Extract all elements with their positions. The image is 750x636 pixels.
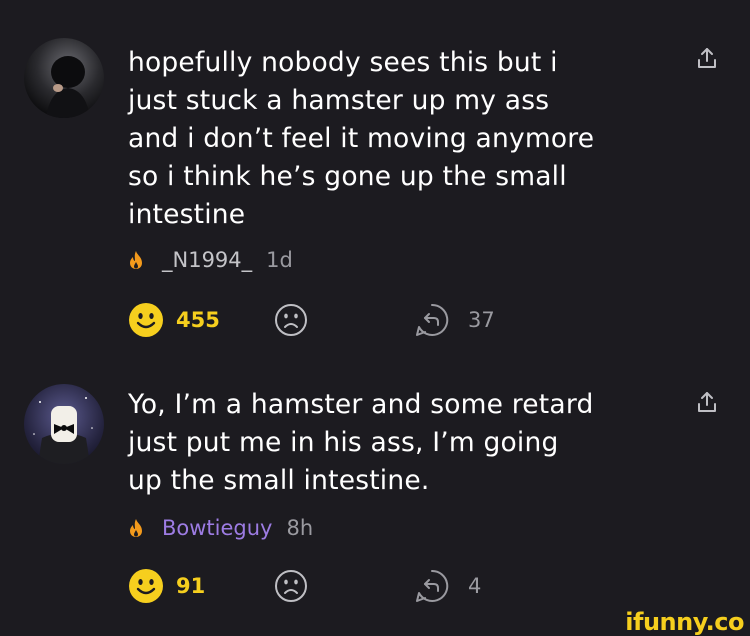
avatar[interactable] [24, 384, 104, 464]
like-count: 455 [176, 308, 220, 332]
reply-count: 4 [468, 574, 482, 598]
share-icon[interactable] [695, 390, 719, 414]
reply-icon[interactable] [415, 569, 449, 603]
username[interactable]: _N1994_ [162, 245, 252, 275]
avatar[interactable] [24, 38, 104, 118]
like-count: 91 [176, 574, 206, 598]
username[interactable]: Bowtieguy [162, 513, 273, 543]
timestamp: 1d [266, 248, 293, 272]
smile-icon[interactable] [128, 568, 164, 604]
comment-meta: _N1994_ 1d [128, 245, 293, 275]
comment-actions: 455 37 [128, 300, 728, 340]
ifunny-watermark: ifunny.co [625, 608, 744, 636]
comment-text: hopefully nobody sees this but i just st… [128, 47, 595, 230]
share-icon[interactable] [695, 46, 719, 70]
comment-meta: Bowtieguy 8h [128, 513, 313, 543]
timestamp: 8h [286, 516, 314, 540]
fire-icon [130, 251, 142, 269]
frown-icon[interactable] [274, 569, 308, 603]
smile-icon[interactable] [128, 302, 164, 338]
fire-icon [130, 519, 142, 537]
frown-icon[interactable] [274, 303, 308, 337]
comment-actions: 91 4 [128, 566, 728, 606]
reply-icon[interactable] [415, 303, 449, 337]
reply-count: 37 [468, 308, 495, 332]
comment-text: Yo, I’m a hamster and some retard just p… [128, 389, 594, 496]
